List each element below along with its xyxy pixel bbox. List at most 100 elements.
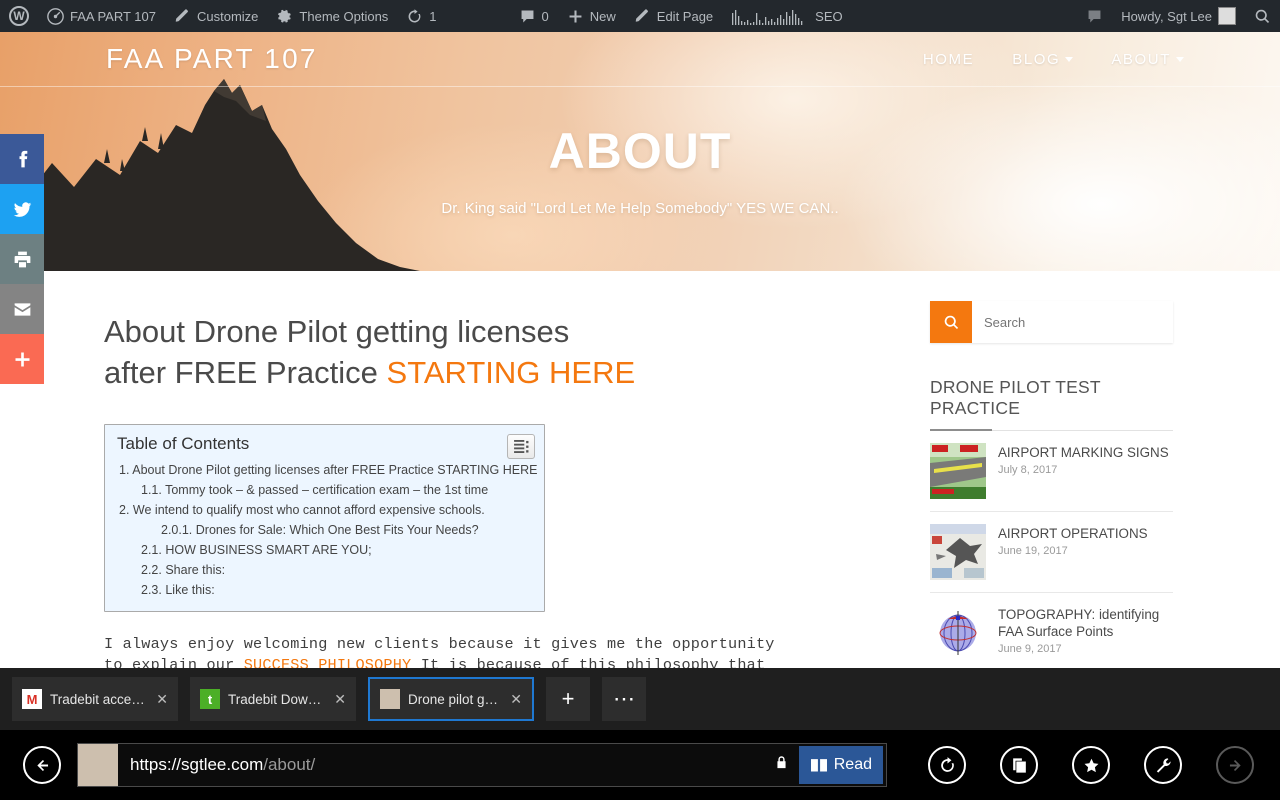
toc-item[interactable]: 1.1. Tommy took – & passed – certificati… — [117, 480, 532, 500]
hero-banner: FAA PART 107 HOME BLOG ABOUT ABOUT Dr. K… — [0, 32, 1280, 271]
toc-toggle-button[interactable] — [507, 433, 535, 459]
site-header-bar: FAA PART 107 HOME BLOG ABOUT — [0, 32, 1280, 87]
toc-item-number: 2.1. — [141, 542, 162, 557]
list-item[interactable]: AIRPORT OPERATIONS June 19, 2017 — [930, 512, 1173, 593]
list-item[interactable]: AIRPORT MARKING SIGNS July 8, 2017 — [930, 431, 1173, 512]
post-text: TOPOGRAPHY: identifying FAA Surface Poin… — [998, 605, 1173, 655]
post-title: AIRPORT OPERATIONS — [998, 526, 1148, 541]
share-button-email[interactable] — [0, 284, 44, 334]
browser-tab[interactable]: t Tradebit Down... ✕ — [190, 677, 356, 721]
toc-item-number: 1. — [119, 462, 130, 477]
toc-item[interactable]: 2.2. Share this: — [117, 560, 532, 580]
close-icon[interactable]: ✕ — [156, 691, 168, 708]
entry-title-accent: STARTING HERE — [386, 354, 636, 390]
adminbar-updates-count: 1 — [429, 8, 437, 24]
toc-item-number: 1.1. — [141, 482, 162, 497]
close-icon[interactable]: ✕ — [334, 691, 346, 708]
nav-item-about[interactable]: ABOUT — [1111, 51, 1184, 68]
adminbar-howdy-label: Howdy, Sgt Lee — [1121, 8, 1212, 24]
tabs-button[interactable] — [1000, 746, 1038, 784]
search-submit-button[interactable] — [930, 301, 972, 343]
site-icon — [380, 689, 400, 709]
post-thumbnail — [930, 443, 986, 499]
address-bar[interactable]: https://sgtlee.com/about/ Read — [77, 743, 887, 787]
share-button-print[interactable] — [0, 234, 44, 284]
globe-sphere-diagram — [930, 605, 986, 661]
toc-item[interactable]: 1. About Drone Pilot getting licenses af… — [117, 460, 537, 480]
facebook-icon — [19, 150, 27, 167]
toc-item[interactable]: 2.1. HOW BUSINESS SMART ARE YOU; — [117, 540, 532, 560]
toc-item-number: 2.3. — [141, 582, 162, 597]
toc-item-label: Share this: — [165, 562, 226, 577]
post-title: AIRPORT MARKING SIGNS — [998, 445, 1169, 460]
nav-item-home[interactable]: HOME — [923, 51, 974, 68]
adminbar-item-edit-page[interactable]: Edit Page — [625, 0, 722, 32]
avatar — [1218, 7, 1236, 25]
page-favicon — [78, 744, 118, 786]
adminbar-site-label: FAA PART 107 — [70, 8, 156, 24]
dashboard-icon — [47, 7, 64, 25]
body-accent-success-philosophy[interactable]: SUCCESS PHILOSOPHY — [244, 656, 412, 668]
post-text: AIRPORT OPERATIONS June 19, 2017 — [998, 524, 1148, 557]
social-share-rail — [0, 134, 44, 384]
read-label: Read — [833, 756, 872, 773]
post-thumbnail — [930, 605, 986, 661]
toc-item[interactable]: 2.3. Like this: — [117, 580, 532, 600]
browser-action-buttons — [928, 746, 1254, 784]
favorites-button[interactable] — [1072, 746, 1110, 784]
adminbar-item-customize[interactable]: Customize — [165, 0, 267, 32]
adminbar-item-seo[interactable]: SEO — [722, 0, 851, 32]
toc-item-label: About Drone Pilot getting licenses after… — [132, 462, 538, 477]
adminbar-item-updates[interactable]: 1 — [397, 0, 445, 32]
toc-item-number: 2.0.1. — [161, 522, 193, 537]
close-icon[interactable]: ✕ — [510, 691, 522, 708]
share-button-facebook[interactable] — [0, 134, 44, 184]
seo-sparkline-icon — [731, 7, 809, 25]
adminbar-item-theme-options[interactable]: Theme Options — [267, 0, 397, 32]
toc-item-label: Tommy took – & passed – certification ex… — [165, 482, 489, 497]
toc-item[interactable]: 2.0.1. Drones for Sale: Which One Best F… — [117, 520, 532, 540]
post-thumbnail — [930, 524, 986, 580]
toc-item-label: Like this: — [165, 582, 215, 597]
adminbar-theme-options-label: Theme Options — [299, 8, 389, 24]
forward-button[interactable] — [1216, 746, 1254, 784]
nav-label-home: HOME — [922, 50, 975, 68]
list-toggle-icon — [513, 439, 528, 453]
refresh-button[interactable] — [928, 746, 966, 784]
back-arrow-icon — [36, 759, 48, 771]
tools-button[interactable] — [1144, 746, 1182, 784]
nav-item-blog[interactable]: BLOG — [1012, 51, 1074, 68]
new-tab-button[interactable]: + — [546, 677, 590, 721]
post-date: July 8, 2017 — [998, 464, 1058, 476]
chevron-down-icon — [1176, 56, 1184, 62]
back-button[interactable] — [23, 746, 61, 784]
share-button-twitter[interactable] — [0, 184, 44, 234]
adminbar-new-label: New — [589, 8, 616, 24]
adminbar-wp-logo[interactable] — [0, 0, 38, 32]
site-title[interactable]: FAA PART 107 — [106, 43, 318, 75]
adminbar-seo-label: SEO — [815, 8, 843, 24]
adminbar-customize-label: Customize — [197, 8, 259, 24]
adminbar-item-comments[interactable]: 0 — [510, 0, 558, 32]
toc-item-label: Drones for Sale: Which One Best Fits You… — [195, 522, 479, 537]
search-input[interactable] — [972, 301, 1173, 343]
adminbar-my-account[interactable]: Howdy, Sgt Lee — [1112, 0, 1245, 32]
tab-label: Drone pilot ge... — [408, 691, 503, 707]
adminbar-notifications[interactable] — [1077, 0, 1112, 32]
adminbar-item-site[interactable]: FAA PART 107 — [38, 0, 165, 32]
more-tabs-button[interactable]: ⋯ — [602, 677, 646, 721]
adminbar-search-button[interactable] — [1245, 0, 1280, 32]
website-viewport: FAA PART 107 HOME BLOG ABOUT ABOUT Dr. K… — [0, 32, 1280, 668]
browser-tab[interactable]: M Tradebit acces... ✕ — [12, 677, 178, 721]
browser-tab-strip: M Tradebit acces... ✕ t Tradebit Down...… — [0, 668, 1280, 730]
wordpress-admin-bar: FAA PART 107 Customize Theme Options 1 0… — [0, 0, 1280, 32]
browser-navigation-bar: https://sgtlee.com/about/ Read — [0, 730, 1280, 800]
adminbar-item-new[interactable]: New — [558, 0, 625, 32]
gmail-icon: M — [22, 689, 42, 709]
reading-view-button[interactable]: Read — [798, 746, 883, 784]
toc-item[interactable]: 2. We intend to qualify most who cannot … — [117, 500, 532, 520]
gear-icon — [276, 8, 293, 25]
share-button-more[interactable] — [0, 334, 44, 384]
browser-tab-active[interactable]: Drone pilot ge... ✕ — [368, 677, 534, 721]
list-item[interactable]: TOPOGRAPHY: identifying FAA Surface Poin… — [930, 593, 1173, 668]
